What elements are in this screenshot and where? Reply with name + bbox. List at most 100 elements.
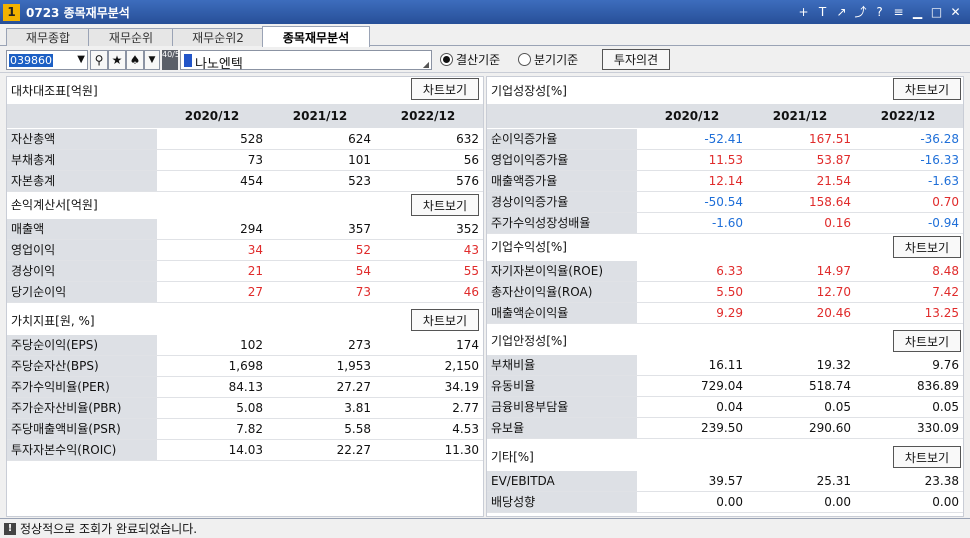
table-cell: 0.00 bbox=[716, 495, 743, 509]
tab-strip: 재무종합 재무순위 재무순위2 종목재무분석 bbox=[0, 26, 970, 47]
table-cell: -16.33 bbox=[920, 153, 959, 167]
close-icon[interactable]: ✕ bbox=[947, 3, 964, 20]
spade-icon[interactable]: ♠ bbox=[126, 50, 144, 70]
investment-opinion-button[interactable]: 투자의견 bbox=[602, 49, 670, 70]
table-cell: 330.09 bbox=[917, 421, 959, 435]
table-cell: 21.54 bbox=[816, 174, 851, 188]
table-cell: 523 bbox=[348, 174, 371, 188]
tab-stock-financial-analysis[interactable]: 종목재무분석 bbox=[262, 26, 370, 47]
table-row: 자기자본이익율(ROE) 6.33 14.97 8.48 bbox=[487, 261, 963, 282]
status-text: 정상적으로 조회가 완료되었습니다. bbox=[20, 522, 198, 536]
table-cell: 0.00 bbox=[932, 495, 959, 509]
growth-chart-button[interactable]: 차트보기 bbox=[893, 78, 961, 100]
maximize-icon[interactable]: □ bbox=[928, 3, 945, 20]
table-cell: 454 bbox=[240, 174, 263, 188]
tab-financial-summary[interactable]: 재무종합 bbox=[6, 28, 90, 46]
table-row: 배당성향 0.00 0.00 0.00 bbox=[487, 492, 963, 513]
table-cell: 3.81 bbox=[344, 401, 371, 415]
table-cell: 2,150 bbox=[444, 359, 479, 373]
link-icon[interactable]: ⤴ bbox=[852, 3, 869, 20]
table-row: 주가수익비율(PER) 84.13 27.27 34.19 bbox=[7, 377, 483, 398]
table-cell: 73 bbox=[355, 285, 371, 299]
window-title: 0723 종목재무분석 bbox=[26, 5, 130, 20]
row-label: 유동비율 bbox=[487, 376, 637, 396]
table-row: 부채총계 73 101 56 bbox=[7, 150, 483, 171]
table-cell: 290.60 bbox=[809, 421, 851, 435]
stability-chart-button[interactable]: 차트보기 bbox=[893, 330, 961, 352]
table-cell: -1.63 bbox=[927, 174, 959, 188]
digit-toggle[interactable]: 40/50 bbox=[162, 50, 185, 70]
table-cell: 13.25 bbox=[924, 306, 959, 320]
row-label: 주가수익성장성배율 bbox=[487, 213, 637, 233]
etc-chart-button[interactable]: 차트보기 bbox=[893, 446, 961, 468]
table-row: 주당순자산(BPS) 1,698 1,953 2,150 bbox=[7, 356, 483, 377]
table-cell: 25.31 bbox=[816, 474, 851, 488]
table-row: 부채비율 16.11 19.32 9.76 bbox=[487, 355, 963, 376]
year-header: 2021/12 bbox=[772, 109, 828, 123]
table-cell: -52.41 bbox=[704, 132, 743, 146]
table-cell: 0.70 bbox=[932, 195, 959, 209]
table-cell: 357 bbox=[348, 222, 371, 236]
table-row: 매출액 294 357 352 bbox=[7, 219, 483, 240]
table-row: 주가수익성장성배율 -1.60 0.16 -0.94 bbox=[487, 213, 963, 234]
window-controls: + T ↗ ⤴ ? ≡ ▁ □ ✕ bbox=[795, 3, 964, 20]
row-label: 영업이익 bbox=[7, 240, 157, 260]
radio-annual[interactable]: 결산기준 bbox=[440, 51, 500, 68]
row-label: 부채총계 bbox=[7, 150, 157, 170]
export-icon[interactable]: ↗ bbox=[833, 3, 850, 20]
table-cell: -50.54 bbox=[704, 195, 743, 209]
income-chart-button[interactable]: 차트보기 bbox=[411, 194, 479, 216]
search-icon[interactable]: ⚲ bbox=[90, 50, 108, 70]
right-panel: 기업성장성[%] 차트보기 2020/12 2021/12 2022/12 순이… bbox=[486, 76, 964, 517]
tab-financial-rank2[interactable]: 재무순위2 bbox=[172, 28, 264, 46]
radio-annual-dot bbox=[440, 53, 453, 66]
row-label: 매출액증가율 bbox=[487, 171, 637, 191]
table-cell: 21 bbox=[247, 264, 263, 278]
table-row: 금융비용부담율 0.04 0.05 0.05 bbox=[487, 397, 963, 418]
year-header: 2020/12 bbox=[664, 109, 720, 123]
table-cell: 39.57 bbox=[708, 474, 743, 488]
table-row: 자본총계 454 523 576 bbox=[7, 171, 483, 192]
row-label: 유보율 bbox=[487, 418, 637, 438]
table-cell: 0.04 bbox=[716, 400, 743, 414]
table-cell: 174 bbox=[456, 338, 479, 352]
row-label: 경상이익증가율 bbox=[487, 192, 637, 212]
row-label: 자산총액 bbox=[7, 129, 157, 149]
table-row: EV/EBITDA 39.57 25.31 23.38 bbox=[487, 471, 963, 492]
radio-quarter-label: 분기기준 bbox=[534, 53, 579, 67]
radio-quarter[interactable]: 분기기준 bbox=[518, 51, 578, 68]
menu-icon[interactable]: ≡ bbox=[890, 3, 907, 20]
chevron-down-icon[interactable]: ▼ bbox=[77, 54, 85, 65]
stability-title: 기업안정성[%] bbox=[491, 333, 567, 348]
table-cell: 55 bbox=[463, 264, 479, 278]
text-icon[interactable]: T bbox=[814, 3, 831, 20]
table-cell: 22.27 bbox=[336, 443, 371, 457]
row-label: 매출액순이익율 bbox=[487, 303, 637, 323]
table-cell: 239.50 bbox=[701, 421, 743, 435]
row-label: 영업이익증가율 bbox=[487, 150, 637, 170]
value-chart-button[interactable]: 차트보기 bbox=[411, 309, 479, 331]
table-cell: 11.30 bbox=[444, 443, 479, 457]
table-cell: 56 bbox=[463, 153, 479, 167]
profitability-chart-button[interactable]: 차트보기 bbox=[893, 236, 961, 258]
row-label: 주당순이익(EPS) bbox=[7, 335, 157, 355]
help-icon[interactable]: ? bbox=[871, 3, 888, 20]
table-cell: 46 bbox=[463, 285, 479, 299]
dropdown-icon[interactable]: ▼ bbox=[144, 50, 160, 70]
window-number-badge: 1 bbox=[3, 3, 20, 21]
growth-title: 기업성장성[%] bbox=[491, 83, 567, 98]
table-cell: 23.38 bbox=[924, 474, 959, 488]
star-icon[interactable]: ★ bbox=[108, 50, 126, 70]
row-label: 부채비율 bbox=[487, 355, 637, 375]
toolbar: 039860 ▼ ⚲ ★ ♠ ▼ 40/50 나노엔텍 ◢ 결산기준 분기기준 … bbox=[0, 47, 970, 73]
balance-chart-button[interactable]: 차트보기 bbox=[411, 78, 479, 100]
table-row: 영업이익 34 52 43 bbox=[7, 240, 483, 261]
table-cell: 14.03 bbox=[228, 443, 263, 457]
table-cell: 1,698 bbox=[228, 359, 263, 373]
stock-name-field[interactable]: 나노엔텍 ◢ bbox=[180, 50, 432, 72]
tab-financial-rank[interactable]: 재무순위 bbox=[88, 28, 174, 46]
plus-icon[interactable]: + bbox=[795, 3, 812, 20]
table-cell: 836.89 bbox=[917, 379, 959, 393]
minimize-icon[interactable]: ▁ bbox=[909, 3, 926, 20]
stock-code-input[interactable]: 039860 ▼ bbox=[6, 50, 88, 70]
